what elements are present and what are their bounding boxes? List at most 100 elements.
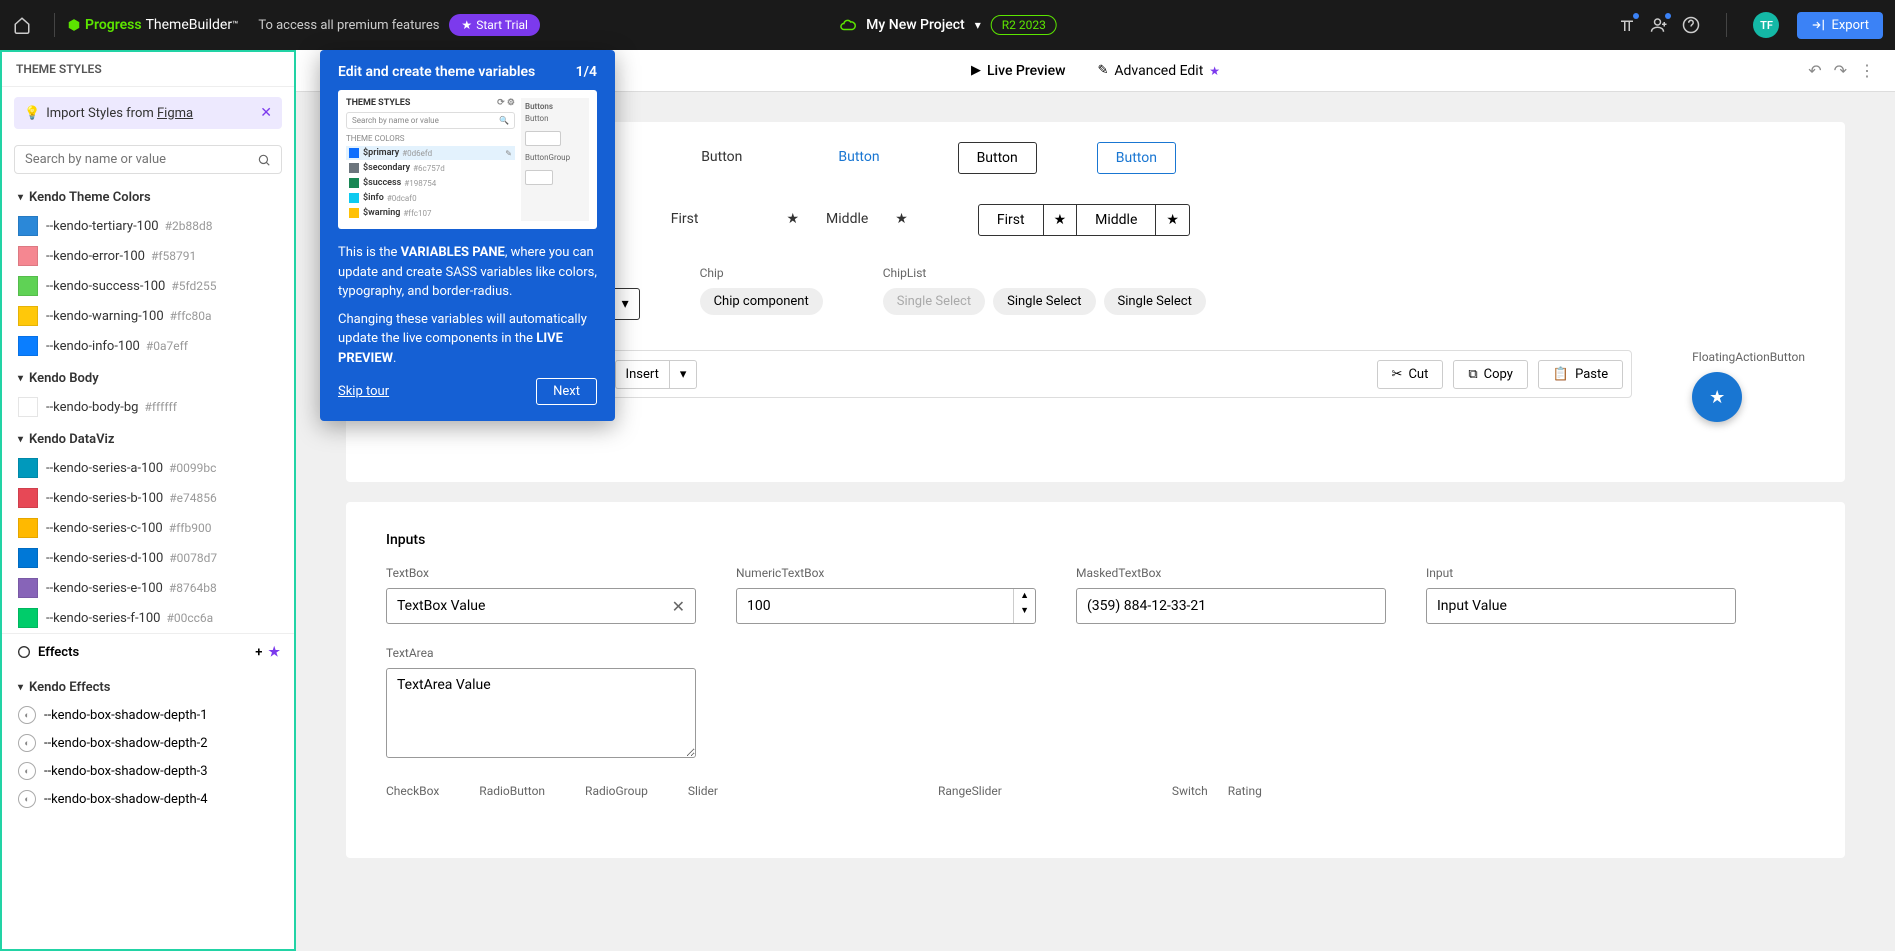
spin-up-icon[interactable]: ▲ xyxy=(1014,589,1035,604)
color-series-d[interactable]: --kendo-series-d-100#0078d7 xyxy=(14,543,282,573)
color-series-a[interactable]: --kendo-series-a-100#0099bc xyxy=(14,453,282,483)
star-icon[interactable]: ★ xyxy=(776,204,809,234)
textbox-label: TextBox xyxy=(386,566,696,580)
tab-live-preview[interactable]: ▶ Live Preview xyxy=(965,59,1072,83)
star-icon[interactable]: ★ xyxy=(1155,204,1190,236)
topbar-right: TF Export xyxy=(1618,12,1883,39)
btngroup-first[interactable]: First xyxy=(978,204,1044,236)
premium-banner: To access all premium features ★Start Tr… xyxy=(258,14,540,36)
typography-icon[interactable] xyxy=(1618,16,1636,34)
star-icon[interactable]: ★ xyxy=(1043,204,1078,236)
numeric-textbox[interactable]: ▲ ▼ xyxy=(736,588,1036,624)
textbox[interactable]: ✕ xyxy=(386,588,696,624)
effect-depth-2[interactable]: ◐--kendo-box-shadow-depth-2 xyxy=(14,729,282,757)
masked-input[interactable] xyxy=(1077,598,1385,614)
chip-disabled[interactable]: Single Select xyxy=(883,288,985,315)
numeric-block: NumericTextBox ▲ ▼ xyxy=(736,566,1036,624)
import-text: Import Styles from Figma xyxy=(46,106,193,121)
bulb-icon: 💡 xyxy=(24,106,40,121)
masked-label: MaskedTextBox xyxy=(1076,566,1386,580)
btngroup-middle[interactable]: Middle xyxy=(808,204,886,234)
btngroup-middle[interactable]: Middle xyxy=(1076,204,1156,236)
color-success[interactable]: --kendo-success-100#5fd255 xyxy=(14,271,282,301)
cut-button[interactable]: ✂ Cut xyxy=(1377,360,1444,389)
inputs-title: Inputs xyxy=(386,532,1805,548)
pencil-icon: ✎ xyxy=(1097,63,1108,78)
insert-button[interactable]: Insert xyxy=(616,361,670,388)
effects-icon xyxy=(16,644,32,660)
color-error[interactable]: --kendo-error-100#f58791 xyxy=(14,241,282,271)
search-box[interactable] xyxy=(14,145,282,174)
clear-icon[interactable]: ✕ xyxy=(662,597,695,616)
masked-block: MaskedTextBox xyxy=(1076,566,1386,624)
plain-input[interactable] xyxy=(1426,588,1736,624)
masked-textbox[interactable] xyxy=(1076,588,1386,624)
color-series-f[interactable]: --kendo-series-f-100#00cc6a xyxy=(14,603,282,633)
chip-label: Chip xyxy=(700,266,823,280)
textbox-block: TextBox ✕ xyxy=(386,566,696,624)
home-icon[interactable] xyxy=(12,15,32,35)
chip-item[interactable]: Single Select xyxy=(993,288,1095,315)
cloud-icon xyxy=(838,16,856,34)
group-body[interactable]: ▾Kendo Body xyxy=(14,361,282,392)
close-icon[interactable]: ✕ xyxy=(260,105,272,121)
add-effect-button[interactable]: + xyxy=(255,645,262,660)
chip-list: Single Select Single Select Single Selec… xyxy=(883,288,1206,315)
figma-link[interactable]: Figma xyxy=(157,106,193,121)
tab-advanced-edit[interactable]: ✎ Advanced Edit ★ xyxy=(1091,59,1226,83)
numeric-input[interactable] xyxy=(737,598,1013,614)
spin-down-icon[interactable]: ▼ xyxy=(1014,604,1035,619)
effect-depth-1[interactable]: ◐--kendo-box-shadow-depth-1 xyxy=(14,701,282,729)
color-series-e[interactable]: --kendo-series-e-100#8764b8 xyxy=(14,573,282,603)
redo-icon[interactable]: ↷ xyxy=(1834,61,1847,80)
chip[interactable]: Chip component xyxy=(700,288,823,315)
btngroup-first-flat[interactable]: First xyxy=(653,204,717,234)
radiobutton-label: RadioButton xyxy=(479,784,545,798)
color-body-bg[interactable]: --kendo-body-bg#ffffff xyxy=(14,392,282,422)
button-outline-primary[interactable]: Button xyxy=(1097,142,1176,174)
color-series-b[interactable]: --kendo-series-b-100#e74856 xyxy=(14,483,282,513)
help-icon[interactable] xyxy=(1682,16,1700,34)
color-info[interactable]: --kendo-info-100#0a7eff xyxy=(14,331,282,361)
start-trial-button[interactable]: ★Start Trial xyxy=(449,14,540,36)
chevron-down-icon[interactable]: ▾ xyxy=(670,361,697,388)
effects-section-header[interactable]: Effects + ★ xyxy=(2,633,294,670)
button-flat[interactable]: Button xyxy=(683,142,760,172)
export-button[interactable]: Export xyxy=(1797,12,1883,39)
input-field[interactable] xyxy=(1427,598,1735,614)
search-input[interactable] xyxy=(25,152,257,167)
color-series-c[interactable]: --kendo-series-c-100#ffb900 xyxy=(14,513,282,543)
color-warning[interactable]: --kendo-warning-100#ffc80a xyxy=(14,301,282,331)
rangeslider-label: RangeSlider xyxy=(938,784,1002,798)
chip-item[interactable]: Single Select xyxy=(1104,288,1206,315)
group-theme-colors[interactable]: ▾Kendo Theme Colors xyxy=(14,180,282,211)
skip-tour-link[interactable]: Skip tour xyxy=(338,384,389,399)
color-tertiary[interactable]: --kendo-tertiary-100#2b88d8 xyxy=(14,211,282,241)
undo-icon[interactable]: ↶ xyxy=(1808,61,1821,80)
version-badge[interactable]: R2 2023 xyxy=(991,15,1057,35)
effect-depth-3[interactable]: ◐--kendo-box-shadow-depth-3 xyxy=(14,757,282,785)
copy-button[interactable]: ⧉ Copy xyxy=(1453,360,1528,389)
button-link[interactable]: Button xyxy=(820,142,897,172)
add-user-icon[interactable] xyxy=(1650,16,1668,34)
avatar[interactable]: TF xyxy=(1753,12,1779,38)
sidebar-scroll[interactable]: ▾Kendo Theme Colors --kendo-tertiary-100… xyxy=(2,180,294,949)
group-effects[interactable]: ▾Kendo Effects xyxy=(14,670,282,701)
textbox-input[interactable] xyxy=(387,598,662,614)
star-icon[interactable]: ★ xyxy=(885,204,918,234)
search-icon xyxy=(257,153,271,167)
tour-title: Edit and create theme variables xyxy=(338,64,535,80)
more-icon[interactable]: ⋮ xyxy=(1859,61,1875,80)
paste-button[interactable]: 📋 Paste xyxy=(1538,360,1623,389)
effect-depth-4[interactable]: ◐--kendo-box-shadow-depth-4 xyxy=(14,785,282,813)
floating-action-button[interactable]: ★ xyxy=(1692,372,1742,422)
group-dataviz[interactable]: ▾Kendo DataViz xyxy=(14,422,282,453)
next-button[interactable]: Next xyxy=(536,378,597,405)
numeric-label: NumericTextBox xyxy=(736,566,1036,580)
radiogroup-label: RadioGroup xyxy=(585,784,648,798)
chevron-down-icon[interactable]: ▾ xyxy=(975,18,981,32)
tour-image: THEME STYLES⟳ ⚙ Search by name or value🔍… xyxy=(338,90,597,229)
project-name[interactable]: My New Project xyxy=(866,17,965,33)
textarea[interactable]: TextArea Value xyxy=(386,668,696,758)
button-outline[interactable]: Button xyxy=(958,142,1037,174)
